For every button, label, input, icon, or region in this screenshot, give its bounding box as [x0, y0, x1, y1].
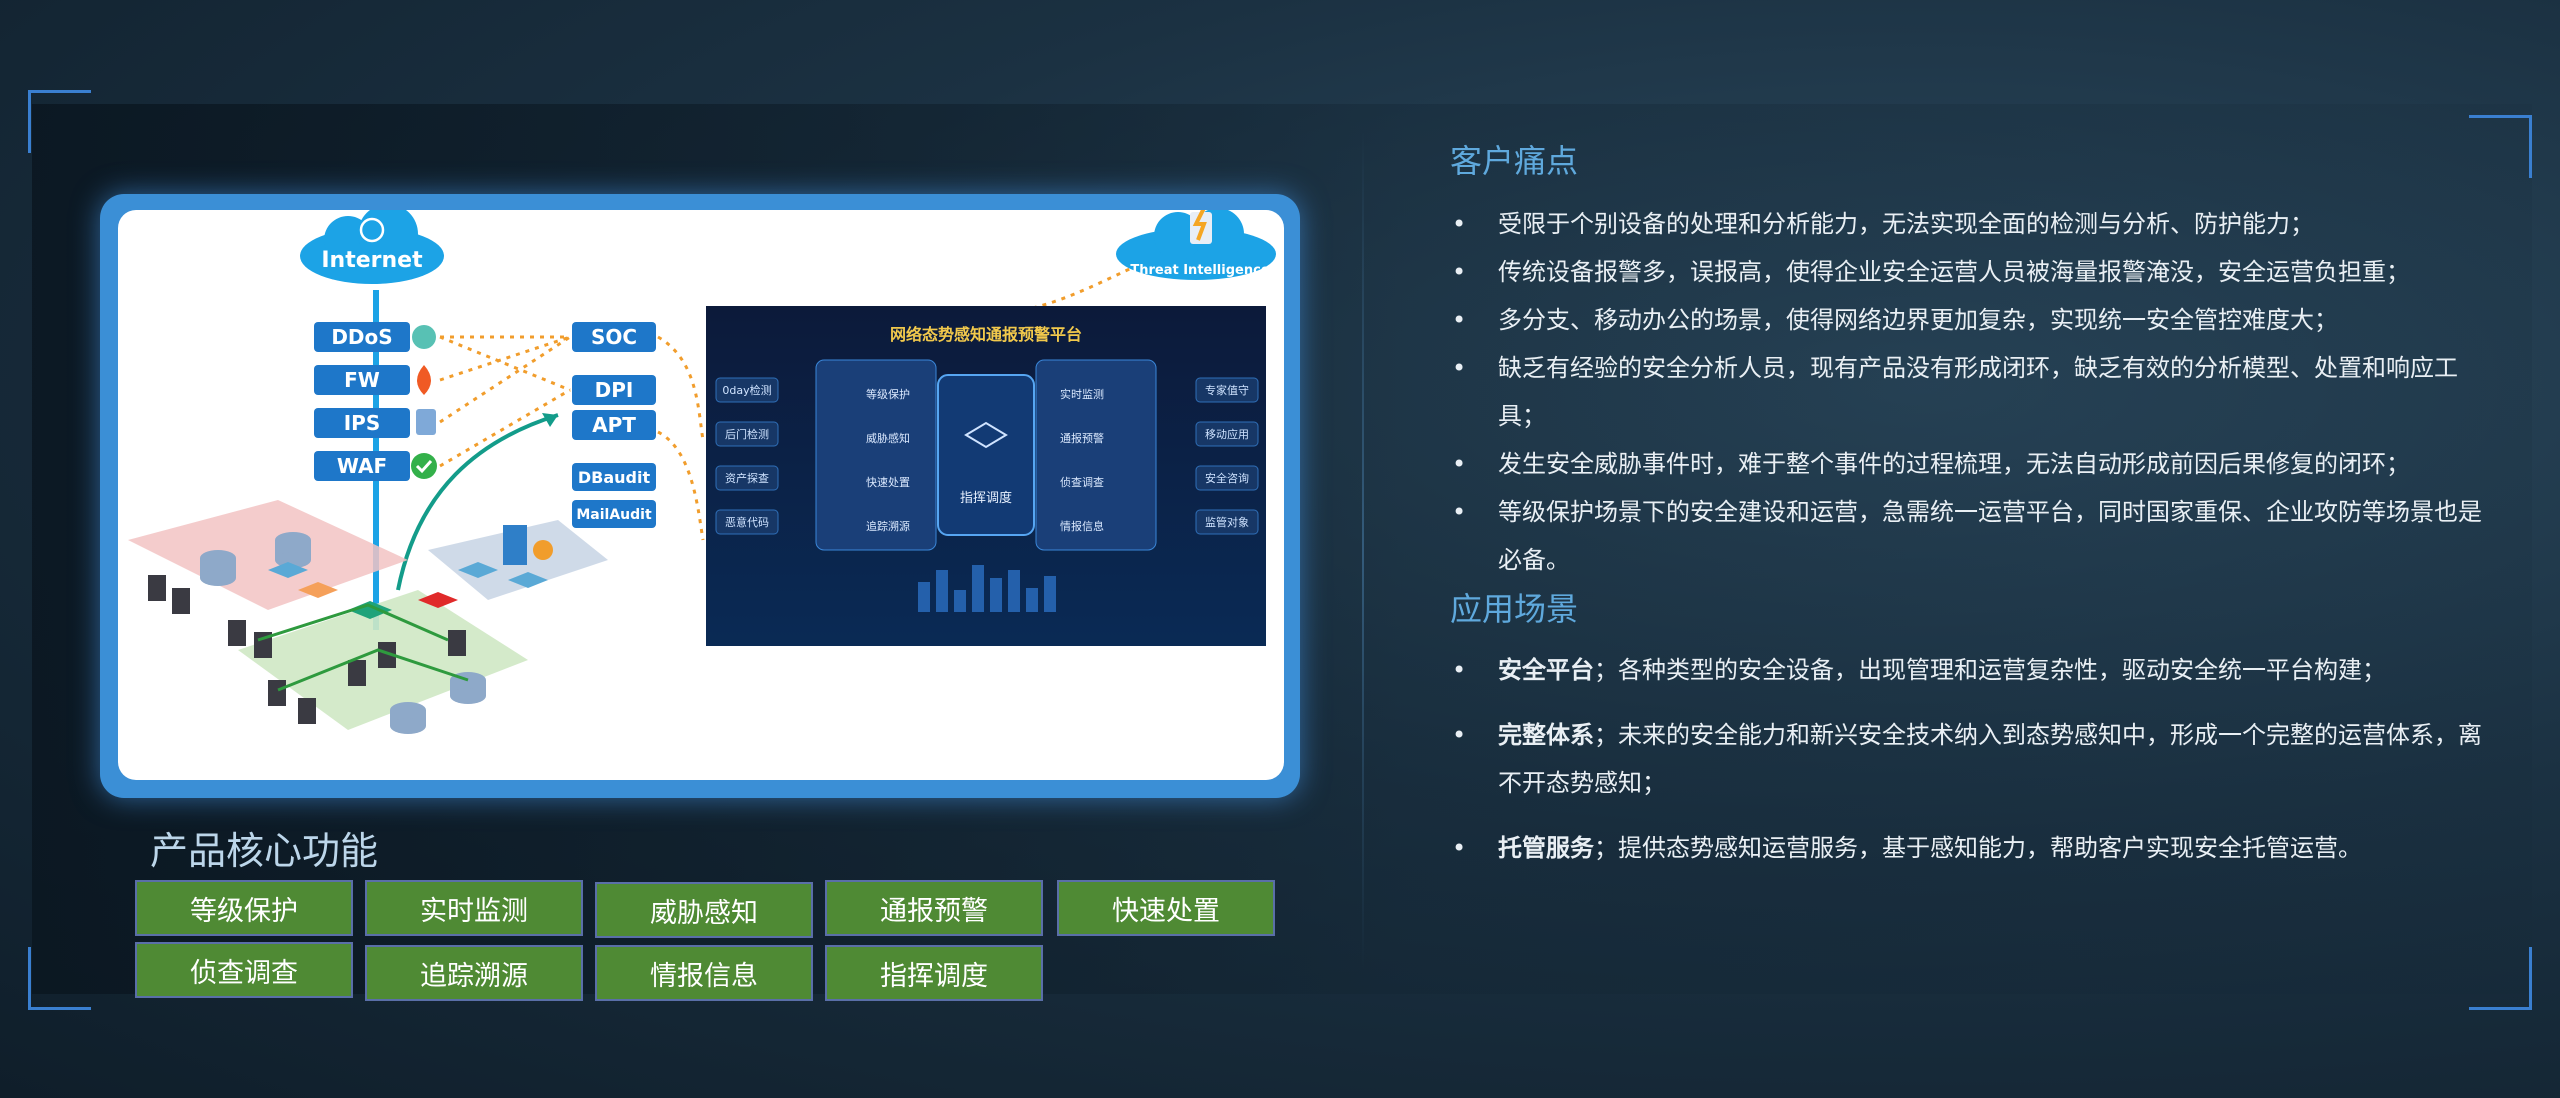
svg-text:DDoS: DDoS — [331, 325, 392, 349]
shield-icon — [412, 325, 436, 349]
features-title: 产品核心功能 — [150, 829, 379, 873]
svg-text:资产探查: 资产探查 — [725, 471, 769, 485]
feature-chip: 通报预警 — [825, 880, 1043, 936]
internet-cloud-icon: Internet — [300, 210, 444, 284]
svg-text:SOC: SOC — [591, 325, 637, 349]
svg-text:侦查调查: 侦查调查 — [1060, 475, 1104, 489]
scenario-name: 托管服务 — [1498, 834, 1594, 862]
device-dpi: DPI — [572, 375, 656, 405]
svg-text:等级保护: 等级保护 — [866, 387, 910, 401]
svg-text:专家值守: 专家值守 — [1205, 383, 1249, 397]
svg-text:监管对象: 监管对象 — [1205, 515, 1249, 529]
svg-text:快速处置: 快速处置 — [866, 476, 910, 489]
feature-chip: 追踪溯源 — [365, 945, 583, 1001]
feature-chip: 实时监测 — [365, 880, 583, 936]
list-item: 传统设备报警多，误报高，使得企业安全运营人员被海量报警淹没，安全运营负担重； — [1450, 248, 2500, 296]
svg-text:后门检测: 后门检测 — [725, 427, 769, 441]
svg-text:MailAudit: MailAudit — [576, 507, 652, 523]
architecture-diagram-card: Internet DDoS FW IPS WAF SOC DPI APT DBa… — [100, 194, 1300, 798]
check-icon — [411, 453, 437, 479]
list-item: 完整体系；未来的安全能力和新兴安全技术纳入到态势感知中，形成一个完整的运营体系，… — [1450, 711, 2500, 807]
svg-text:实时监测: 实时监测 — [1060, 387, 1104, 401]
platform-screenshot: 网络态势感知通报预警平台 0day检测 后门检测 资产探查 恶意代码 专家值守 … — [706, 306, 1266, 646]
pain-points-list: 受限于个别设备的处理和分析能力，无法实现全面的检测与分析、防护能力； 传统设备报… — [1450, 200, 2500, 584]
platform-title: 网络态势感知通报预警平台 — [890, 325, 1082, 344]
svg-text:APT: APT — [592, 413, 636, 437]
corner-bracket-bottom-left — [28, 947, 91, 1010]
corner-bracket-bottom-right — [2469, 947, 2532, 1010]
corner-bracket-top-left — [28, 90, 91, 153]
device-mailaudit: MailAudit — [572, 500, 656, 528]
shield-check-icon — [416, 409, 436, 435]
scenario-text: ；提供态势感知运营服务，基于感知能力，帮助客户实现安全托管运营。 — [1594, 834, 2362, 862]
pain-points-title: 客户痛点 — [1450, 142, 1579, 180]
feature-chip: 等级保护 — [135, 880, 353, 936]
fire-icon — [417, 365, 431, 395]
architecture-svg: Internet DDoS FW IPS WAF SOC DPI APT DBa… — [128, 210, 1276, 734]
scenario-text: ；各种类型的安全设备，出现管理和运营复杂性，驱动安全统一平台构建； — [1594, 656, 2386, 684]
svg-text:通报预警: 通报预警 — [1060, 431, 1104, 445]
svg-text:DBaudit: DBaudit — [578, 468, 651, 487]
svg-text:指挥调度: 指挥调度 — [960, 490, 1012, 506]
internet-label: Internet — [321, 248, 423, 273]
feature-chip: 情报信息 — [595, 945, 813, 1001]
feature-chip: 指挥调度 — [825, 945, 1043, 1001]
svg-text:恶意代码: 恶意代码 — [725, 515, 769, 529]
svg-text:IPS: IPS — [344, 411, 381, 435]
list-item: 多分支、移动办公的场景，使得网络边界更加复杂，实现统一安全管控难度大； — [1450, 296, 2500, 344]
corner-bracket-top-right — [2469, 115, 2532, 178]
device-apt: APT — [572, 410, 656, 440]
device-ips: IPS — [314, 408, 436, 438]
feature-chip: 威胁感知 — [595, 882, 813, 938]
list-item: 缺乏有经验的安全分析人员，现有产品没有形成闭环，缺乏有效的分析模型、处置和响应工… — [1450, 344, 2500, 440]
scenarios-title: 应用场景 — [1450, 590, 1579, 628]
column-divider — [1362, 130, 1364, 970]
svg-text:移动应用: 移动应用 — [1205, 427, 1249, 441]
feature-chip: 侦查调查 — [135, 942, 353, 998]
device-waf: WAF — [314, 451, 437, 481]
svg-text:追踪溯源: 追踪溯源 — [866, 519, 910, 533]
list-item: 等级保护场景下的安全建设和运营，急需统一运营平台，同时国家重保、企业攻防等场景也… — [1450, 488, 2500, 584]
scenario-name: 安全平台 — [1498, 656, 1594, 684]
threat-intelligence-cloud-icon: Threat Intelligence — [1116, 210, 1276, 280]
scenario-name: 完整体系 — [1498, 721, 1594, 749]
threat-intelligence-label: Threat Intelligence — [1130, 263, 1269, 278]
scenarios-list: 安全平台；各种类型的安全设备，出现管理和运营复杂性，驱动安全统一平台构建； 完整… — [1450, 646, 2500, 889]
svg-text:DPI: DPI — [595, 378, 634, 402]
scenario-text: ；未来的安全能力和新兴安全技术纳入到态势感知中，形成一个完整的运营体系，离不开态… — [1498, 721, 2482, 797]
network-topology-illustration — [128, 500, 608, 734]
list-item: 托管服务；提供态势感知运营服务，基于感知能力，帮助客户实现安全托管运营。 — [1450, 824, 2500, 872]
svg-text:威胁感知: 威胁感知 — [866, 431, 910, 445]
list-item: 发生安全威胁事件时，难于整个事件的过程梳理，无法自动形成前因后果修复的闭环； — [1450, 440, 2500, 488]
device-soc: SOC — [572, 322, 656, 352]
svg-text:0day检测: 0day检测 — [722, 383, 771, 397]
device-fw: FW — [314, 365, 431, 395]
architecture-diagram: Internet DDoS FW IPS WAF SOC DPI APT DBa… — [118, 210, 1284, 780]
svg-text:情报信息: 情报信息 — [1060, 519, 1104, 533]
svg-text:FW: FW — [344, 368, 380, 392]
list-item: 安全平台；各种类型的安全设备，出现管理和运营复杂性，驱动安全统一平台构建； — [1450, 646, 2500, 694]
svg-text:安全咨询: 安全咨询 — [1205, 471, 1249, 485]
svg-text:WAF: WAF — [337, 454, 387, 478]
feature-chip: 快速处置 — [1057, 880, 1275, 936]
device-dbaudit: DBaudit — [572, 463, 656, 491]
device-ddos: DDoS — [314, 322, 436, 352]
list-item: 受限于个别设备的处理和分析能力，无法实现全面的检测与分析、防护能力； — [1450, 200, 2500, 248]
